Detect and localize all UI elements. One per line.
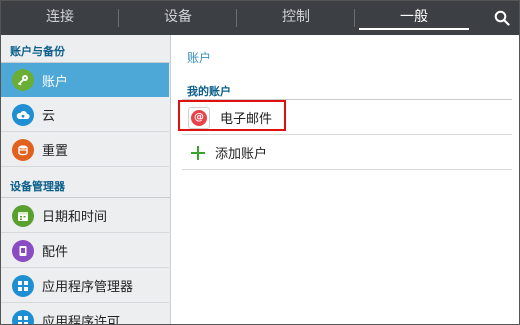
tab-label: 一般 <box>400 9 428 25</box>
sidebar-item-label: 应用程序管理器 <box>42 280 134 295</box>
accessory-icon <box>12 239 34 262</box>
tab-device[interactable]: 设备 <box>119 1 237 35</box>
tab-controls[interactable]: 控制 <box>237 1 355 35</box>
sidebar-item-label: 账户 <box>42 74 69 90</box>
calendar-icon <box>12 204 34 227</box>
tab-connections[interactable]: 连接 <box>1 1 119 35</box>
section-header-accounts-backup: 账户与备份 <box>1 41 171 63</box>
tab-label: 控制 <box>282 9 310 25</box>
cloud-icon <box>12 103 34 126</box>
tab-general[interactable]: 一般 <box>355 1 473 35</box>
page-title: 账户 <box>187 51 212 65</box>
active-tab-indicator <box>359 28 469 30</box>
highlight-box <box>178 100 286 131</box>
section-title-my-accounts: 我的账户 <box>187 85 231 98</box>
section-header-device-manager: 设备管理器 <box>1 176 171 198</box>
sidebar-item-accounts[interactable]: 账户 <box>1 63 169 97</box>
apps-grid-icon <box>12 274 34 297</box>
sidebar: 账户与备份 账户 云 重置 设备管理器 日期和时间 配件 应用程序管理器 应用程… <box>1 35 171 325</box>
search-icon <box>494 10 510 26</box>
sidebar-item-label: 重置 <box>42 144 69 159</box>
accounts-pane: 账户 我的账户 @ 电子邮件 添加账户 <box>182 35 512 324</box>
sidebar-item-label: 应用程序许可 <box>42 315 121 325</box>
sidebar-item-label: 云 <box>42 109 56 124</box>
top-tab-bar: 连接 设备 控制 一般 <box>1 1 519 35</box>
sidebar-item-date-time[interactable]: 日期和时间 <box>1 199 169 233</box>
sidebar-item-label: 配件 <box>42 245 69 260</box>
sidebar-item-app-permissions[interactable]: 应用程序许可 <box>1 304 169 325</box>
add-account-button[interactable]: 添加账户 <box>182 136 512 170</box>
tab-label: 设备 <box>164 9 192 25</box>
key-icon <box>12 69 34 91</box>
sidebar-item-app-manager[interactable]: 应用程序管理器 <box>1 269 169 303</box>
sidebar-item-cloud[interactable]: 云 <box>1 98 169 132</box>
search-button[interactable] <box>483 1 519 35</box>
reset-icon <box>12 138 34 161</box>
sidebar-item-accessories[interactable]: 配件 <box>1 234 169 268</box>
sidebar-item-label: 日期和时间 <box>42 210 108 225</box>
sidebar-item-reset[interactable]: 重置 <box>1 133 169 167</box>
tab-label: 连接 <box>46 9 74 25</box>
add-account-label: 添加账户 <box>215 147 268 162</box>
apps-grid-icon <box>12 309 34 324</box>
settings-window: 连接 设备 控制 一般 账户与备份 账户 云 重置 设备管理器 日期和时间 配件… <box>0 0 520 325</box>
plus-icon <box>190 145 206 161</box>
